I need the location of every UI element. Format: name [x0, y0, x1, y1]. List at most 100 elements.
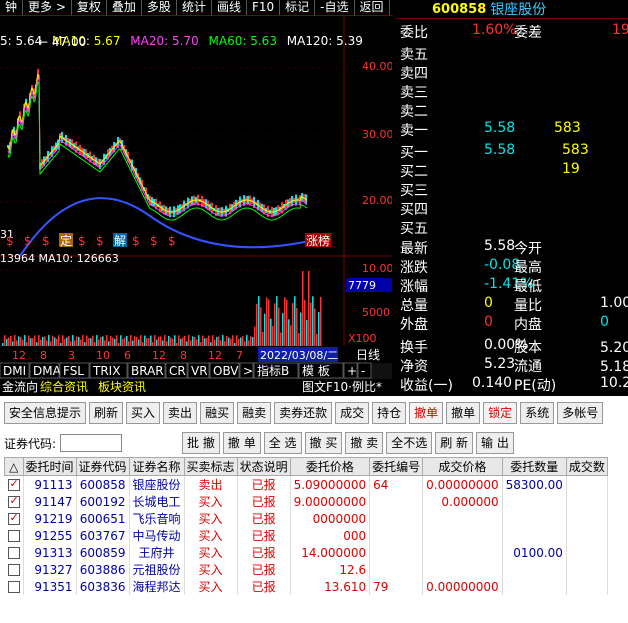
- event-marker[interactable]: 涨榜: [306, 233, 330, 248]
- column-header[interactable]: 成交价格: [422, 457, 503, 476]
- toolbar-item-2[interactable]: 复权: [72, 0, 107, 15]
- row-checkbox[interactable]: [7, 581, 20, 593]
- kline-svg[interactable]: 40.0030.0020.0010.00← 47.0031$ $ $ 定 $ $ 解 $ $ $ 涨…: [0, 16, 392, 394]
- order-action-button-3[interactable]: 撤 买: [304, 432, 343, 454]
- indicator-tab[interactable]: OBV: [213, 364, 239, 378]
- trade-button-7[interactable]: 成交: [335, 402, 370, 424]
- table-row[interactable]: 91147600192长城电工买入已报9.00000000 0.000000: [4, 493, 608, 510]
- row-checkbox[interactable]: [7, 547, 20, 559]
- row-checkbox-cell[interactable]: [4, 510, 24, 527]
- trade-button-11[interactable]: 锁定: [483, 402, 518, 424]
- column-header[interactable]: 委托数量: [501, 457, 567, 476]
- order-action-button-4[interactable]: 撤 卖: [345, 432, 384, 454]
- order-action-button-7[interactable]: 输 出: [476, 432, 514, 454]
- row-checkbox[interactable]: [7, 564, 20, 576]
- trade-button-6[interactable]: 卖券还款: [274, 402, 333, 424]
- indicator-tab[interactable]: >: [243, 364, 253, 378]
- trade-button-5[interactable]: 融卖: [237, 402, 272, 424]
- indicator-tab[interactable]: DMA: [33, 364, 62, 378]
- volume-bar: [298, 333, 300, 346]
- indicator-tab[interactable]: VR: [191, 364, 208, 378]
- column-header[interactable]: 委托时间: [22, 457, 77, 476]
- trade-button-2[interactable]: 买入: [126, 402, 161, 424]
- event-marker[interactable]: 定: [60, 233, 72, 248]
- trade-button-10[interactable]: 撤单: [446, 402, 481, 424]
- toolbar-item-8[interactable]: 标记: [280, 0, 316, 15]
- indicator-tab[interactable]: TRIX: [92, 364, 120, 378]
- toolbar-item-0[interactable]: 钟: [0, 0, 24, 15]
- column-header[interactable]: 证券名称: [128, 457, 185, 476]
- table-row[interactable]: 91219600651飞乐音响买入已报0000000: [4, 510, 608, 527]
- event-marker[interactable]: $: [96, 234, 104, 248]
- row-checkbox[interactable]: [7, 477, 20, 491]
- event-marker[interactable]: $: [168, 234, 176, 248]
- news-tab[interactable]: 板块资讯: [98, 380, 146, 394]
- kline-chart[interactable]: 5: 5.64 MA10: 5.67 MA20: 5.70 MA60: 5.63…: [0, 16, 392, 394]
- event-marker[interactable]: $: [150, 234, 158, 248]
- trade-button-8[interactable]: 持仓: [372, 402, 407, 424]
- event-marker[interactable]: $: [132, 234, 140, 248]
- indicator-tab[interactable]: FSL: [63, 364, 84, 378]
- toolbar-item-6[interactable]: 画线: [212, 0, 247, 15]
- trade-button-9[interactable]: 撤单: [409, 402, 444, 424]
- indicator-tab[interactable]: BRAR: [131, 364, 164, 378]
- toolbar-item-4[interactable]: 多股: [142, 0, 177, 15]
- column-header[interactable]: 状态说明: [236, 457, 291, 476]
- row-checkbox[interactable]: [7, 530, 20, 542]
- event-marker[interactable]: $: [6, 234, 14, 248]
- news-tab[interactable]: 图文F10·例比*: [302, 379, 382, 394]
- row-checkbox-cell[interactable]: [4, 561, 24, 578]
- table-row[interactable]: 91113600858银座股份卖出已报5.09000000640.0000000…: [4, 475, 608, 493]
- indicator-tab[interactable]: 指标B: [257, 363, 289, 378]
- trade-button-3[interactable]: 卖出: [163, 402, 198, 424]
- toolbar-item-10[interactable]: 返回: [355, 0, 390, 15]
- table-row[interactable]: 91313 600859 王府井 买入 已报 14.000000 0100.00: [4, 544, 608, 561]
- trade-button-12[interactable]: 系统: [520, 402, 555, 424]
- table-row[interactable]: 91255 603767 中马传动 买入 已报 000: [4, 527, 608, 544]
- row-checkbox[interactable]: [7, 494, 20, 508]
- event-marker[interactable]: $: [78, 234, 86, 248]
- event-marker[interactable]: 解: [114, 234, 126, 248]
- period-label[interactable]: 日线: [356, 348, 380, 362]
- order-action-button-6[interactable]: 刷 新: [435, 432, 474, 454]
- row-checkbox-cell[interactable]: [4, 475, 24, 493]
- indicator-tab[interactable]: -: [361, 364, 365, 378]
- cell-qty: 58300.00: [502, 475, 567, 493]
- row-checkbox-cell[interactable]: [4, 527, 24, 544]
- trade-button-0[interactable]: 安全信息提示: [4, 402, 87, 424]
- trade-button-4[interactable]: 融买: [200, 402, 235, 424]
- row-checkbox[interactable]: [7, 511, 20, 525]
- row-checkbox-cell[interactable]: [4, 578, 24, 595]
- column-header[interactable]: 委托价格: [289, 457, 371, 476]
- toolbar-item-3[interactable]: 叠加: [107, 0, 142, 15]
- toolbar-item-5[interactable]: 统计: [177, 0, 212, 15]
- security-code-input[interactable]: [60, 434, 123, 452]
- order-action-button-5[interactable]: 全不选: [386, 432, 433, 454]
- order-action-button-1[interactable]: 撤 单: [222, 432, 261, 454]
- row-checkbox-cell[interactable]: [4, 544, 24, 561]
- indicator-tab[interactable]: DMI: [3, 364, 26, 378]
- column-header[interactable]: 成交数: [565, 457, 608, 476]
- volume-bar: [244, 341, 246, 346]
- event-marker[interactable]: $: [24, 234, 32, 248]
- trade-button-13[interactable]: 多帐号: [557, 402, 604, 424]
- indicator-tab[interactable]: CR: [169, 364, 186, 378]
- column-header[interactable]: 证券代码: [75, 457, 130, 476]
- indicator-tab[interactable]: 模 板: [302, 364, 330, 378]
- column-header[interactable]: 买卖标志: [183, 457, 238, 476]
- table-row[interactable]: 91327 603886 元祖股份 买入 已报 12.6: [4, 561, 608, 578]
- volume-bar: [276, 296, 278, 346]
- event-marker[interactable]: $: [42, 234, 50, 248]
- news-tab[interactable]: 金流向: [2, 379, 38, 394]
- order-action-button-2[interactable]: 全 选: [263, 432, 302, 454]
- news-tab[interactable]: 综合资讯: [40, 379, 88, 394]
- trade-button-1[interactable]: 刷新: [89, 402, 124, 424]
- indicator-tab[interactable]: +: [347, 364, 357, 378]
- row-checkbox-cell[interactable]: [4, 493, 24, 510]
- table-row[interactable]: 91351 603836 海程邦达 买入 已报 13.610 79 0.00000000: [4, 578, 608, 595]
- toolbar-item-9[interactable]: -自选: [315, 0, 355, 15]
- toolbar-item-7[interactable]: F10: [247, 0, 281, 15]
- toolbar-item-1[interactable]: 更多 >: [23, 0, 72, 15]
- order-action-button-0[interactable]: 批 撤: [182, 432, 220, 454]
- column-header[interactable]: 委托编号: [369, 457, 424, 476]
